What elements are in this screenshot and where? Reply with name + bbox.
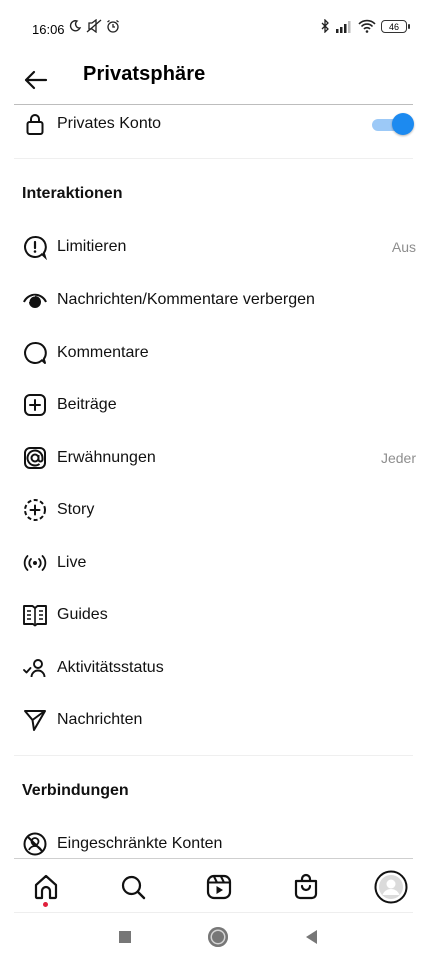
battery-indicator: 46 bbox=[381, 19, 410, 33]
restricted-icon bbox=[22, 831, 48, 857]
send-icon bbox=[22, 707, 48, 733]
list-item-label: Beiträge bbox=[57, 396, 117, 413]
list-item-story[interactable]: Story bbox=[14, 490, 424, 530]
status-right-icons: 46 bbox=[320, 19, 410, 33]
status-bar: 16:06 46 bbox=[0, 0, 427, 58]
home-notification-dot bbox=[43, 902, 48, 907]
list-item-label: Eingeschränkte Konten bbox=[57, 835, 223, 852]
nav-shop[interactable] bbox=[288, 869, 324, 905]
live-icon bbox=[22, 550, 48, 576]
search-icon bbox=[121, 875, 146, 900]
list-item-activity[interactable]: Aktivitätsstatus bbox=[14, 648, 424, 688]
list-item-live[interactable]: Live bbox=[14, 543, 424, 583]
list-item-limit[interactable]: Limitieren Aus bbox=[14, 227, 424, 267]
home-system-button[interactable] bbox=[208, 927, 228, 947]
list-item-label: Guides bbox=[57, 606, 108, 623]
signal-icon bbox=[336, 20, 351, 33]
home-icon bbox=[34, 874, 58, 900]
list-item-label: Kommentare bbox=[57, 344, 149, 361]
list-item-value: Jeder bbox=[380, 450, 416, 466]
private-account-row[interactable]: Privates Konto bbox=[14, 104, 424, 144]
alarm-icon bbox=[107, 19, 119, 33]
wifi-icon bbox=[358, 19, 376, 33]
list-item-label: Live bbox=[57, 554, 87, 571]
comment-icon bbox=[22, 340, 48, 366]
reels-icon bbox=[206, 874, 232, 900]
muted-icon bbox=[86, 19, 102, 33]
private-account-label: Privates Konto bbox=[57, 115, 162, 132]
profile-avatar bbox=[374, 870, 408, 904]
back-system-button[interactable] bbox=[306, 930, 317, 944]
plus-square-icon bbox=[22, 392, 48, 418]
nav-reels[interactable] bbox=[201, 869, 237, 905]
status-left-icons bbox=[68, 19, 120, 33]
shop-icon bbox=[294, 873, 318, 900]
mention-icon bbox=[22, 445, 48, 471]
section-heading-connections: Verbindungen bbox=[22, 782, 129, 799]
recents-button[interactable] bbox=[119, 931, 131, 943]
activity-icon bbox=[22, 655, 48, 681]
bluetooth-icon bbox=[321, 19, 329, 33]
list-item-value: Aus bbox=[391, 239, 416, 255]
section-divider bbox=[14, 755, 413, 756]
list-item-mentions[interactable]: Erwähnungen Jeder bbox=[14, 438, 424, 478]
list-item-label: Story bbox=[57, 501, 95, 518]
arrow-left-icon bbox=[24, 70, 48, 90]
hide-icon bbox=[22, 287, 48, 313]
list-item-label: Erwähnungen bbox=[57, 449, 156, 466]
section-heading-interactions: Interaktionen bbox=[22, 185, 123, 202]
page-title: Privatsphäre bbox=[83, 63, 206, 85]
status-time: 16:06 bbox=[32, 22, 65, 37]
limit-icon bbox=[22, 234, 48, 260]
nav-home[interactable] bbox=[28, 869, 64, 905]
moon-icon bbox=[69, 20, 82, 32]
list-item-label: Aktivitätsstatus bbox=[57, 659, 164, 676]
list-item-label: Nachrichten bbox=[57, 711, 143, 728]
list-item-messages[interactable]: Nachrichten bbox=[14, 700, 424, 740]
list-item-guides[interactable]: Guides bbox=[14, 595, 424, 635]
list-item-label: Limitieren bbox=[57, 238, 127, 255]
back-button[interactable] bbox=[20, 64, 52, 96]
page-header: Privatsphäre bbox=[0, 58, 427, 104]
toggle-knob bbox=[392, 113, 414, 135]
list-item-label: Nachrichten/Kommentare verbergen bbox=[57, 291, 315, 308]
list-item-hide[interactable]: Nachrichten/Kommentare verbergen bbox=[14, 280, 424, 320]
guides-icon bbox=[22, 602, 48, 628]
list-item-comments[interactable]: Kommentare bbox=[14, 333, 424, 373]
nav-search[interactable] bbox=[115, 869, 151, 905]
list-item-posts[interactable]: Beiträge bbox=[14, 385, 424, 425]
private-account-toggle[interactable] bbox=[372, 113, 414, 135]
lock-icon bbox=[22, 111, 48, 137]
story-icon bbox=[22, 497, 48, 523]
nav-profile[interactable] bbox=[373, 869, 409, 905]
section-divider bbox=[14, 158, 413, 159]
